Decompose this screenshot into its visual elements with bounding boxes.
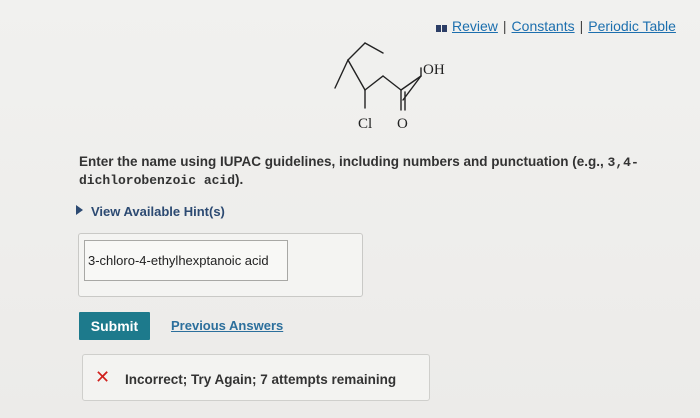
submit-button[interactable]: Submit — [79, 312, 150, 340]
review-link[interactable]: Review — [452, 18, 498, 34]
answer-input[interactable] — [84, 240, 288, 281]
instructions: Enter the name using IUPAC guidelines, i… — [79, 153, 679, 189]
separator: | — [502, 18, 507, 34]
hint-label: View Available Hint(s) — [91, 204, 225, 219]
top-links: Review | Constants | Periodic Table — [436, 18, 676, 35]
x-icon: ✕ — [95, 367, 111, 387]
bond — [382, 75, 402, 91]
triangle-right-icon — [76, 205, 83, 215]
view-hints-toggle[interactable]: View Available Hint(s) — [76, 204, 225, 219]
bond — [400, 75, 422, 91]
molecule-structure: OH Cl O — [334, 42, 445, 132]
instructions-text: Enter the name using IUPAC guidelines, i… — [79, 154, 608, 169]
separator: | — [579, 18, 584, 34]
feedback-box: ✕ Incorrect; Try Again; 7 attempts remai… — [82, 354, 430, 401]
instructions-suffix: ). — [235, 172, 244, 187]
previous-answers-link[interactable]: Previous Answers — [171, 318, 283, 333]
bond — [364, 75, 384, 91]
bond — [402, 75, 422, 101]
oh-label: OH — [423, 62, 445, 78]
o-label: O — [397, 116, 408, 132]
cl-label: Cl — [358, 116, 372, 132]
page: Review | Constants | Periodic Table OH Cl O … — [0, 0, 700, 418]
constants-link[interactable]: Constants — [512, 18, 575, 34]
review-icon — [436, 19, 448, 35]
bond — [334, 59, 349, 89]
bond — [364, 42, 384, 54]
feedback-message: Incorrect; Try Again; 7 attempts remaini… — [125, 372, 397, 387]
bond — [347, 42, 366, 61]
periodic-table-link[interactable]: Periodic Table — [588, 18, 676, 34]
bond — [347, 59, 366, 91]
